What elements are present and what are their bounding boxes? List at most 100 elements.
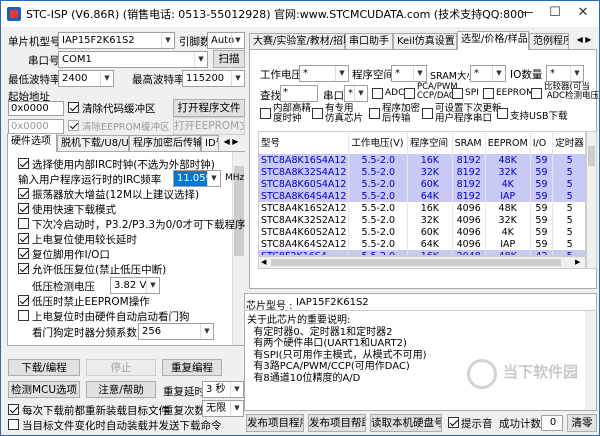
irc-clock-checkbox[interactable] (18, 158, 29, 169)
progspace-filter-label: 程序空间 (352, 69, 394, 81)
table-cell: 5.5-2.0 (348, 226, 409, 238)
scrollbar-thumb[interactable] (271, 259, 561, 266)
port-select[interactable]: COM1 ▼ (58, 51, 208, 68)
help-button[interactable]: 注意/帮助 (86, 381, 156, 398)
repeat-count-select[interactable]: 无限 ▼ (202, 400, 244, 417)
table-row[interactable]: STC8A4K32S2A12 5.5-2.0 32K 4096 32K 59 5 (259, 214, 585, 226)
pca-checkbox[interactable] (404, 88, 415, 99)
clear-code-checkbox[interactable] (68, 102, 79, 113)
table-header-row: 型号 工作电压(V) 程序空间 SRAM EEPROM I/O 定时器 (259, 132, 585, 154)
column-header[interactable]: I/O (530, 132, 554, 154)
table-row[interactable]: STC8A4K64S2A12 5.5-2.0 64K 4096 IAP 59 5 (259, 238, 585, 250)
long-reset-delay-checkbox[interactable] (18, 233, 29, 244)
scroll-right-icon[interactable]: ▶ (575, 257, 580, 268)
io-filter-value: * (550, 68, 555, 79)
mcu-select[interactable]: IAP15F2K61S2 ▼ (58, 32, 175, 49)
encrypt-checkbox[interactable] (369, 108, 380, 119)
table-vscrollbar[interactable] (586, 131, 597, 269)
io-filter-select[interactable]: * ▼ (546, 65, 584, 82)
minimize-icon[interactable]: — (513, 1, 541, 27)
column-header[interactable]: SRAM (452, 132, 486, 154)
table-hscrollbar[interactable]: ◀ ▶ (258, 256, 586, 269)
publish-program-button[interactable]: 发布项目程序 (246, 414, 304, 432)
publish-help-button[interactable]: 发布项目帮助 (308, 414, 366, 432)
chip-info-text: 关于此芯片的重要说明: 有定时器0、定时器1和定时器2 有两个硬件串口(UART… (247, 315, 427, 384)
tab-encrypt[interactable]: 程序加密后传输 (129, 135, 203, 152)
update-port-checkbox[interactable] (422, 108, 433, 119)
read-disk-id-button[interactable]: 读取本机硬盘号 (370, 414, 442, 432)
tab-scroll-arrows[interactable]: ◀ ▶ (571, 33, 597, 48)
lvd-select[interactable]: 3.82 V ▼ (110, 277, 160, 294)
scan-button[interactable]: 扫描 (213, 50, 245, 68)
table-cell: STC8A4K16S2A12 (259, 202, 350, 214)
column-header[interactable]: 程序空间 (407, 132, 453, 154)
repeat-delay-select[interactable]: 3 秒 ▼ (202, 381, 244, 398)
auto-reload-checkbox[interactable] (8, 419, 19, 430)
tab-serial-assistant[interactable]: 串口助手 (345, 33, 393, 50)
column-header[interactable]: 型号 (259, 132, 350, 154)
table-row[interactable]: STC8A8K16S4A12 5.5-2.0 16K 8192 48K 59 5 (259, 154, 585, 166)
tab-offline[interactable]: 脱机下载/U8/U7 (57, 135, 135, 152)
code-addr-input[interactable]: 0x0000 (8, 101, 64, 116)
low-voltage-reset-checkbox[interactable] (18, 263, 29, 274)
cold-start-checkbox[interactable] (18, 218, 29, 229)
close-icon[interactable]: ✕ (569, 1, 597, 27)
uart-filter-select[interactable]: * ▼ (344, 85, 368, 102)
search-input[interactable]: * (280, 85, 318, 102)
table-row[interactable]: STC8A4K60S2A12 5.5-2.0 60K 4096 4K 59 5 (259, 226, 585, 238)
clear-count-button[interactable]: 清零 (567, 414, 597, 432)
column-header[interactable]: EEPROM (485, 132, 531, 154)
table-row[interactable]: STC8A8K64S4A12 5.5-2.0 64K 8192 IAP 59 5 (259, 190, 585, 202)
table-row[interactable]: STC8A8K32S4A12 5.5-2.0 32K 8192 32K 59 5 (259, 166, 585, 178)
spi-checkbox[interactable] (452, 88, 463, 99)
adc-checkbox[interactable] (372, 88, 383, 99)
sound-checkbox[interactable] (448, 417, 459, 428)
tab-hardware[interactable]: 硬件选项 (7, 133, 57, 152)
open-program-button[interactable]: 打开程序文件 (173, 99, 245, 117)
tab-contest[interactable]: 大赛/实验室/教材/招聘 (249, 33, 353, 50)
wdt-select[interactable]: 256 ▼ (138, 323, 214, 340)
max-baud-select[interactable]: 115200 ▼ (182, 70, 245, 87)
eeprom-lock-checkbox[interactable] (18, 295, 29, 306)
column-header[interactable]: 工作电压(V) (348, 132, 409, 154)
reload-before-download-checkbox[interactable] (8, 404, 19, 415)
comparator-checkbox[interactable] (531, 88, 542, 99)
progspace-filter-select[interactable]: * ▼ (391, 65, 427, 82)
table-cell: 5 (552, 214, 585, 226)
internal-clock-checkbox[interactable] (260, 108, 271, 119)
emulator-checkbox[interactable] (312, 108, 323, 119)
maximize-icon[interactable]: ☐ (541, 1, 569, 27)
tab-id[interactable]: ID号 (201, 135, 219, 152)
mcu-value: IAP15F2K61S2 (62, 35, 135, 46)
table-cell: 5 (552, 190, 585, 202)
table-cell: 8192 (452, 154, 486, 166)
tab-selection[interactable]: 选型/价格/样品 (457, 31, 529, 50)
min-baud-select[interactable]: 2400 ▼ (58, 70, 114, 87)
table-cell: 5.5-2.0 (348, 166, 409, 178)
download-button[interactable]: 下载/编程 (8, 359, 80, 376)
detect-mcu-button[interactable]: 检测MCU选项 (8, 381, 80, 398)
clear-eeprom-checkbox (68, 120, 79, 131)
sram-filter-select[interactable]: * ▼ (470, 65, 506, 82)
scroll-left-icon[interactable]: ◀ (261, 257, 266, 268)
irc-freq-unit: MHz (225, 173, 245, 183)
fast-download-checkbox[interactable] (18, 203, 29, 214)
irc-freq-select[interactable]: 11.0592 ▼ (173, 170, 221, 187)
eeprom-addr-input: 0x0000 (8, 119, 64, 134)
table-row[interactable]: STC8A4K16S2A12 5.5-2.0 16K 4096 48K 59 5 (259, 202, 585, 214)
wdt-value: 256 (142, 326, 162, 337)
tab-keil-settings[interactable]: Keil仿真设置 (393, 33, 457, 50)
tab-scroll-arrows[interactable]: ◀ ▶ (219, 135, 243, 150)
eeprom-checkbox[interactable] (483, 88, 494, 99)
column-header[interactable]: 定时器 (552, 132, 585, 154)
tab-examples[interactable]: 范例程序 (529, 33, 569, 50)
reprogram-button[interactable]: 重复编程 (162, 359, 222, 376)
watchdog-auto-checkbox[interactable] (18, 310, 29, 321)
usb-download-checkbox[interactable] (497, 108, 508, 119)
reset-pin-io-checkbox[interactable] (18, 248, 29, 259)
voltage-filter-select[interactable]: * ▼ (299, 65, 349, 82)
oscillator-gain-checkbox[interactable] (18, 188, 29, 199)
pin-select[interactable]: Auto ▼ (207, 32, 245, 49)
table-row[interactable]: STC8A8K60S4A12 5.5-2.0 60K 8192 4K 59 5 (259, 178, 585, 190)
scrollbar-thumb[interactable] (588, 146, 595, 166)
